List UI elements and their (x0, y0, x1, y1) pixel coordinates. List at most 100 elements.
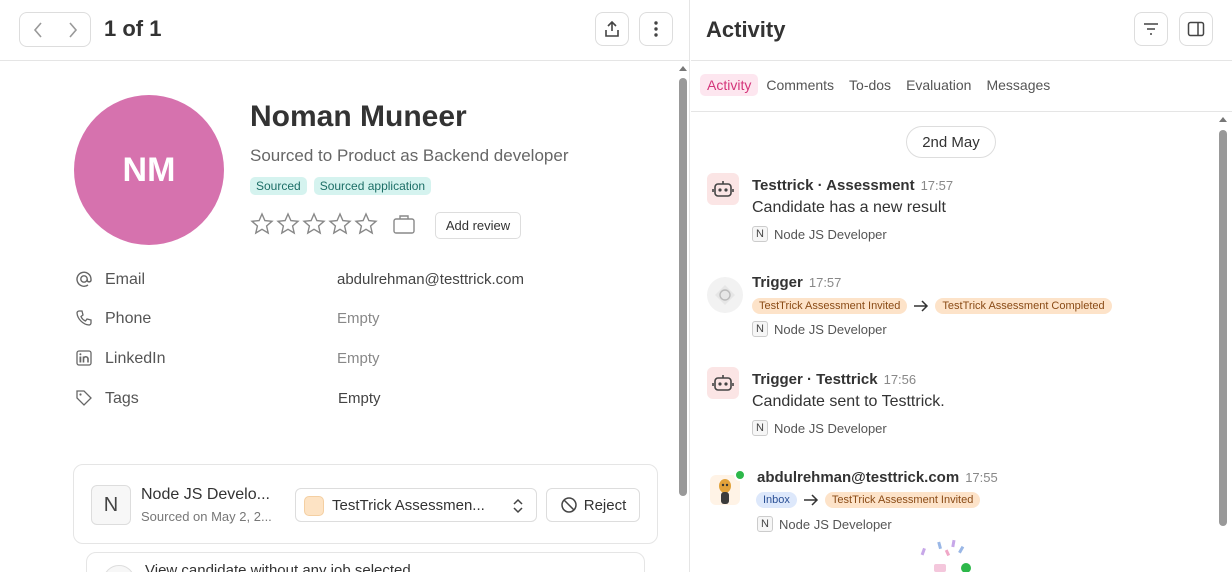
scrollbar-thumb[interactable] (1219, 130, 1227, 526)
email-value[interactable]: abdulrehman@testtrick.com (337, 271, 524, 288)
event-title: Testtrick · Assessment 17:57 (752, 177, 954, 194)
tab-evaluation[interactable]: Evaluation (899, 74, 978, 96)
activity-header: Activity (691, 0, 1232, 61)
chevron-left-icon (33, 21, 42, 38)
arrow-right-icon (803, 494, 818, 506)
field-label: Phone (105, 310, 152, 327)
job-letter-badge: N (752, 420, 768, 436)
event-job-label: Node JS Developer (779, 516, 892, 532)
previous-button[interactable] (20, 13, 55, 46)
field-email: Email abdulrehman@testtrick.com (75, 268, 635, 292)
stage-label: TestTrick Assessmen... (332, 497, 485, 514)
event-job-label: Node JS Developer (774, 226, 887, 242)
robot-icon (707, 367, 739, 399)
scroll-up-arrow[interactable] (1219, 117, 1227, 122)
candidate-name: Noman Muneer (250, 100, 467, 133)
field-phone: Phone Empty (75, 307, 635, 331)
tab-messages[interactable]: Messages (979, 74, 1057, 96)
stage-select[interactable]: TestTrick Assessmen... (295, 488, 537, 522)
toggle-sidebar-button[interactable] (1179, 12, 1213, 46)
tag-sourced: Sourced (250, 177, 307, 195)
no-job-text: View candidate without any job selected (145, 562, 411, 572)
right-scrollbar[interactable] (1217, 114, 1229, 572)
job-letter-badge: N (752, 226, 768, 242)
job-letter-badge: N (757, 516, 773, 532)
add-review-button[interactable]: Add review (435, 212, 521, 239)
stage-transition: Inbox TestTrick Assessment Invited (756, 492, 981, 508)
app-root: 1 of 1 NM Noman Muneer Sourced to Produc… (0, 0, 1232, 572)
event-job[interactable]: N Node JS Developer (752, 420, 887, 436)
phone-value[interactable]: Empty (337, 310, 380, 327)
field-linkedin: LinkedIn Empty (75, 347, 635, 371)
robot-icon (707, 173, 739, 205)
tabs-divider (691, 111, 1232, 112)
tab-activity[interactable]: Activity (700, 74, 759, 96)
job-sourced-date: Sourced on May 2, 2... (141, 509, 272, 524)
candidate-subtitle: Sourced to Product as Backend developer (250, 146, 569, 165)
star-icon[interactable] (328, 212, 352, 236)
no-job-card[interactable]: View candidate without any job selected (86, 552, 645, 572)
chevron-right-icon (68, 21, 77, 38)
event-job[interactable]: N Node JS Developer (752, 321, 887, 337)
user-avatar (707, 469, 746, 508)
chevron-up-down-icon (513, 498, 523, 514)
page-counter: 1 of 1 (104, 16, 162, 41)
tab-comments[interactable]: Comments (759, 74, 841, 96)
job-letter-badge: N (752, 321, 768, 337)
candidate-toolbar: 1 of 1 (0, 0, 690, 61)
activity-title: Activity (706, 17, 786, 42)
event-title: abdulrehman@testtrick.com 17:55 (757, 469, 998, 486)
candidate-avatar: NM (74, 95, 224, 245)
next-button[interactable] (55, 13, 90, 46)
trigger-icon (707, 277, 743, 313)
event-job[interactable]: N Node JS Developer (752, 226, 887, 242)
arrow-right-icon (914, 300, 929, 312)
filter-button[interactable] (1134, 12, 1168, 46)
field-label: Email (105, 271, 146, 288)
linkedin-icon (76, 350, 92, 366)
briefcase-icon[interactable] (392, 213, 416, 235)
phone-icon (76, 310, 92, 326)
filter-icon (1144, 23, 1158, 35)
reject-label: Reject (583, 496, 627, 514)
left-scrollbar[interactable] (677, 64, 689, 572)
from-stage-chip: Inbox (756, 492, 797, 508)
more-vertical-icon (654, 21, 658, 37)
event-text: Candidate has a new result (752, 199, 946, 216)
date-separator: 2nd May (906, 126, 996, 158)
field-tags: Tags Empty (75, 387, 635, 411)
linkedin-value[interactable]: Empty (337, 350, 380, 367)
no-job-avatar (103, 565, 135, 572)
job-letter-badge: N (91, 485, 131, 525)
share-icon (605, 20, 619, 37)
tab-todos[interactable]: To-dos (842, 74, 898, 96)
from-stage-chip: TestTrick Assessment Invited (752, 298, 908, 314)
scroll-up-arrow[interactable] (679, 66, 687, 71)
share-button[interactable] (595, 12, 629, 46)
star-icon[interactable] (250, 212, 274, 236)
candidate-tags: Sourced Sourced application (250, 177, 432, 195)
reject-button[interactable]: Reject (546, 488, 640, 522)
job-title[interactable]: Node JS Develo... (141, 486, 270, 504)
candidate-panel: 1 of 1 NM Noman Muneer Sourced to Produc… (0, 0, 690, 572)
at-icon (76, 271, 92, 287)
rating-stars[interactable] (250, 212, 378, 236)
online-status-dot (734, 469, 746, 481)
tags-value[interactable]: Empty (338, 390, 381, 407)
event-job[interactable]: N Node JS Developer (757, 516, 892, 532)
event-job-label: Node JS Developer (774, 420, 887, 436)
tag-sourced-application: Sourced application (313, 177, 432, 195)
event-job-label: Node JS Developer (774, 321, 887, 337)
more-button[interactable] (639, 12, 673, 46)
star-icon[interactable] (302, 212, 326, 236)
confetti-illustration (920, 539, 971, 572)
star-icon[interactable] (276, 212, 300, 236)
sidebar-icon (1187, 21, 1205, 37)
event-time: 17:56 (883, 372, 917, 387)
to-stage-chip: TestTrick Assessment Invited (824, 492, 981, 508)
event-text: Candidate sent to Testtrick. (752, 393, 945, 410)
to-stage-chip: TestTrick Assessment Completed (935, 298, 1112, 314)
tag-icon (76, 390, 92, 406)
star-icon[interactable] (354, 212, 378, 236)
scrollbar-thumb[interactable] (679, 78, 687, 496)
